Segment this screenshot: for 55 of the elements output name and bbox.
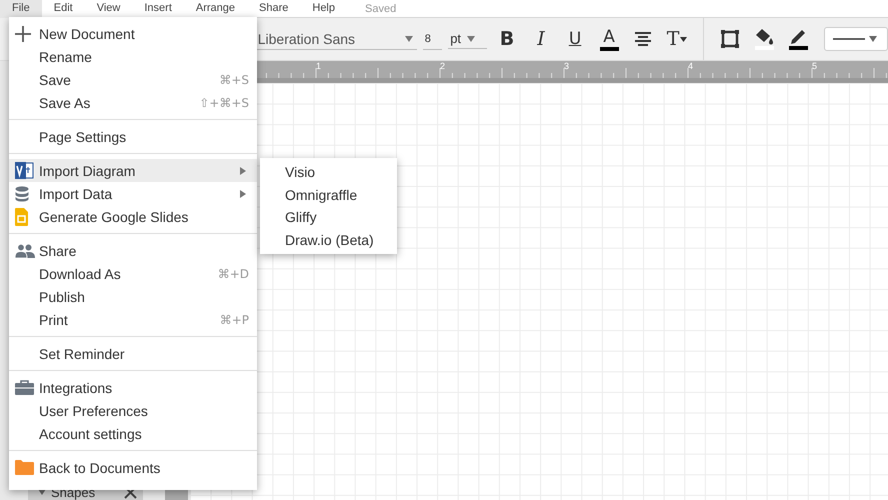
menu-bar-item[interactable]: Edit	[42, 0, 85, 18]
menu-item[interactable]: Print ⌘+P	[9, 308, 257, 331]
menu-item[interactable]: Publish	[9, 285, 257, 308]
plus-icon	[15, 26, 31, 42]
menu-item[interactable]: Account settings	[9, 422, 257, 445]
align-center-icon	[634, 31, 652, 47]
pencil-icon	[789, 28, 808, 45]
font-size-field[interactable]: 8	[422, 28, 442, 50]
bold-button[interactable]: B	[493, 23, 522, 55]
menu-item[interactable]: Save ⌘+S	[9, 68, 257, 91]
menu-item[interactable]: Import Data	[9, 182, 257, 205]
menu-item[interactable]: Set Reminder	[9, 342, 257, 365]
submenu-item[interactable]: Omnigraffle	[260, 184, 397, 206]
submenu-item[interactable]: Draw.io (Beta)	[260, 228, 397, 251]
document-app-icon	[15, 162, 34, 179]
paint-bucket-icon	[754, 28, 774, 45]
menu-item[interactable]: User Preferences	[9, 399, 257, 422]
slides-icon	[15, 208, 28, 226]
menu-item[interactable]: Back to Documents	[9, 456, 257, 479]
save-status: Saved	[365, 2, 396, 14]
menu-bar-item[interactable]: Arrange	[184, 0, 248, 18]
menu-item[interactable]: Page Settings	[9, 125, 257, 148]
unit-dropdown[interactable]: pt	[448, 29, 488, 49]
caret-icon	[467, 36, 476, 42]
ruler-label: 1	[316, 61, 322, 72]
menu-bar-item[interactable]: File	[0, 0, 42, 18]
database-icon	[15, 186, 29, 202]
underline-button[interactable]: U	[561, 23, 590, 55]
people-icon	[15, 244, 35, 258]
ruler-label: 3	[564, 61, 570, 72]
caret-icon	[404, 36, 413, 42]
menu-item[interactable]: Save As ⇧+⌘+S	[9, 91, 257, 114]
briefcase-icon	[15, 380, 34, 395]
folder-icon	[15, 460, 34, 475]
ruler-label: 5	[812, 61, 818, 72]
caret-icon	[869, 36, 878, 42]
menu-item[interactable]: Import Diagram	[9, 159, 257, 182]
italic-button[interactable]: I	[527, 23, 556, 55]
ruler-label: 4	[688, 61, 694, 72]
ruler-label: 2	[440, 61, 446, 72]
submenu-item[interactable]: Gliffy	[260, 206, 397, 228]
submenu-item[interactable]: Visio	[260, 161, 397, 184]
square-handles-icon	[720, 29, 740, 49]
line-style-dropdown[interactable]	[824, 27, 888, 51]
menu-item[interactable]: Integrations	[9, 376, 257, 399]
menu-bar-item[interactable]: Help	[300, 0, 347, 18]
menu-item[interactable]: Download As ⌘+D	[9, 262, 257, 285]
menu-item[interactable]: Share	[9, 239, 257, 262]
menu-bar-item[interactable]: Share	[247, 0, 300, 18]
menu-item[interactable]: Generate Google Slides	[9, 205, 257, 228]
font-color-button[interactable]: A	[595, 23, 624, 55]
menu-bar-item[interactable]: Insert	[132, 0, 184, 18]
text-options-button[interactable]: T	[663, 23, 692, 55]
menu-bar-item[interactable]: View	[84, 0, 132, 18]
caret-icon	[680, 36, 688, 42]
